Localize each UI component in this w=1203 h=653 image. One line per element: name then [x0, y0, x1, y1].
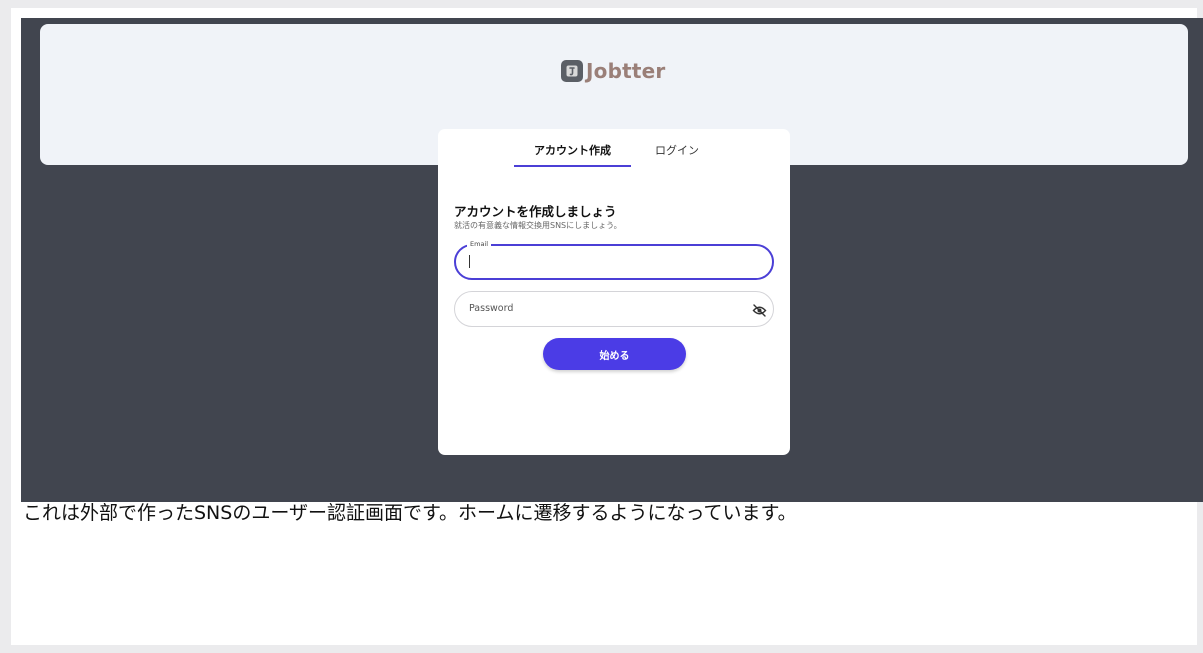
email-field[interactable]: Email — [454, 239, 774, 280]
email-label: Email — [467, 239, 492, 249]
form-subheading: 就活の有意義な情報交換用SNSにしましょう。 — [454, 221, 622, 230]
brand-name: Jobtter — [586, 59, 666, 83]
form-heading: アカウントを作成しましょう — [454, 204, 617, 219]
tab-login[interactable]: ログイン — [642, 129, 712, 167]
eye-off-icon[interactable] — [752, 302, 767, 317]
jobtter-logo-icon — [561, 60, 583, 82]
password-field[interactable]: Password — [454, 291, 774, 327]
password-placeholder: Password — [469, 303, 514, 314]
caption-text: これは外部で作ったSNSのユーザー認証画面です。ホームに遷移するようになっていま… — [23, 502, 797, 524]
text-caret — [469, 255, 470, 268]
auth-tabs: アカウント作成 ログイン — [514, 129, 714, 167]
tab-create-account[interactable]: アカウント作成 — [514, 129, 631, 167]
start-button[interactable]: 始める — [543, 338, 686, 370]
auth-card: アカウント作成 ログイン アカウントを作成しましょう 就活の有意義な情報交換用S… — [438, 129, 790, 455]
brand[interactable]: Jobtter — [561, 58, 665, 84]
